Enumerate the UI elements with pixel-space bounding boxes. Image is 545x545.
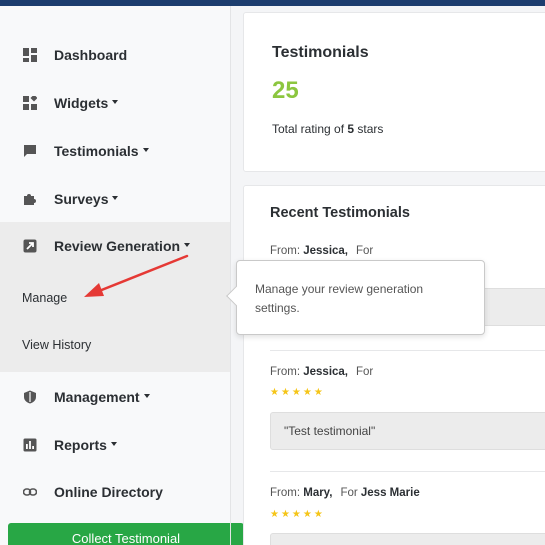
sidebar-item-label: Widgets <box>54 95 119 111</box>
testimonial-from: From: Mary, For Jess Marie <box>270 487 420 499</box>
testimonials-summary-card: Testimonials 25 Total rating of 5 stars <box>243 12 545 172</box>
sidebar-item-management[interactable]: Management <box>0 374 230 420</box>
annotation-arrow-icon <box>84 254 189 297</box>
chevron-down-icon <box>110 442 117 447</box>
testimonial-quote-box: "Test testimonial" <box>270 412 545 450</box>
sidebar-item-label: Testimonials <box>54 143 149 159</box>
external-link-icon <box>22 238 38 254</box>
testimonial-from: From: Jessica, For <box>270 366 374 378</box>
chart-icon <box>22 437 38 453</box>
sidebar-item-dashboard[interactable]: Dashboard <box>0 32 230 78</box>
sidebar-item-surveys[interactable]: Surveys <box>0 176 230 222</box>
chevron-down-icon <box>112 100 119 105</box>
submenu-item-manage[interactable]: Manage <box>22 291 67 305</box>
chevron-down-icon <box>143 394 150 399</box>
chevron-down-icon <box>142 148 149 153</box>
divider <box>270 350 545 351</box>
total-rating-text: Total rating of 5 stars <box>272 122 384 136</box>
link-icon <box>22 484 38 500</box>
sidebar-item-label: Surveys <box>54 191 119 207</box>
sidebar-item-label: Online Directory <box>54 484 163 500</box>
sidebar-item-reports[interactable]: Reports <box>0 422 230 468</box>
chevron-down-icon <box>112 196 119 201</box>
collect-testimonial-button[interactable]: Collect Testimonial <box>8 523 244 545</box>
sidebar-item-label: Reports <box>54 437 117 453</box>
divider <box>270 471 545 472</box>
review-generation-tooltip: Manage your review generation settings. <box>226 260 485 335</box>
content-divider <box>230 6 231 545</box>
sidebar-item-online-directory[interactable]: Online Directory <box>0 469 230 515</box>
submenu-item-view-history[interactable]: View History <box>22 338 91 352</box>
sidebar-item-testimonials[interactable]: Testimonials <box>0 128 230 174</box>
sidebar-item-label: Management <box>54 389 150 405</box>
testimonial-count: 25 <box>272 77 299 104</box>
dashboard-icon <box>22 47 38 63</box>
summary-title: Testimonials <box>272 44 369 61</box>
chevron-down-icon <box>184 243 191 248</box>
puzzle-icon <box>22 191 38 207</box>
shield-icon <box>22 389 38 405</box>
recent-testimonials-title: Recent Testimonials <box>270 205 410 221</box>
testimonial-quote-box <box>270 533 545 545</box>
sidebar-item-label: Dashboard <box>54 47 128 63</box>
star-rating: ★★★★★ <box>270 387 325 398</box>
star-rating: ★★★★★ <box>270 509 325 520</box>
sidebar-item-widgets[interactable]: Widgets <box>0 80 230 126</box>
recent-testimonials-card: Recent Testimonials From: Jessica, For Fr… <box>243 185 545 545</box>
testimonial-from: From: Jessica, For <box>270 245 374 257</box>
widgets-icon <box>22 95 38 111</box>
chat-icon <box>22 143 38 159</box>
tooltip-text: Manage your review generation settings. <box>255 282 424 315</box>
